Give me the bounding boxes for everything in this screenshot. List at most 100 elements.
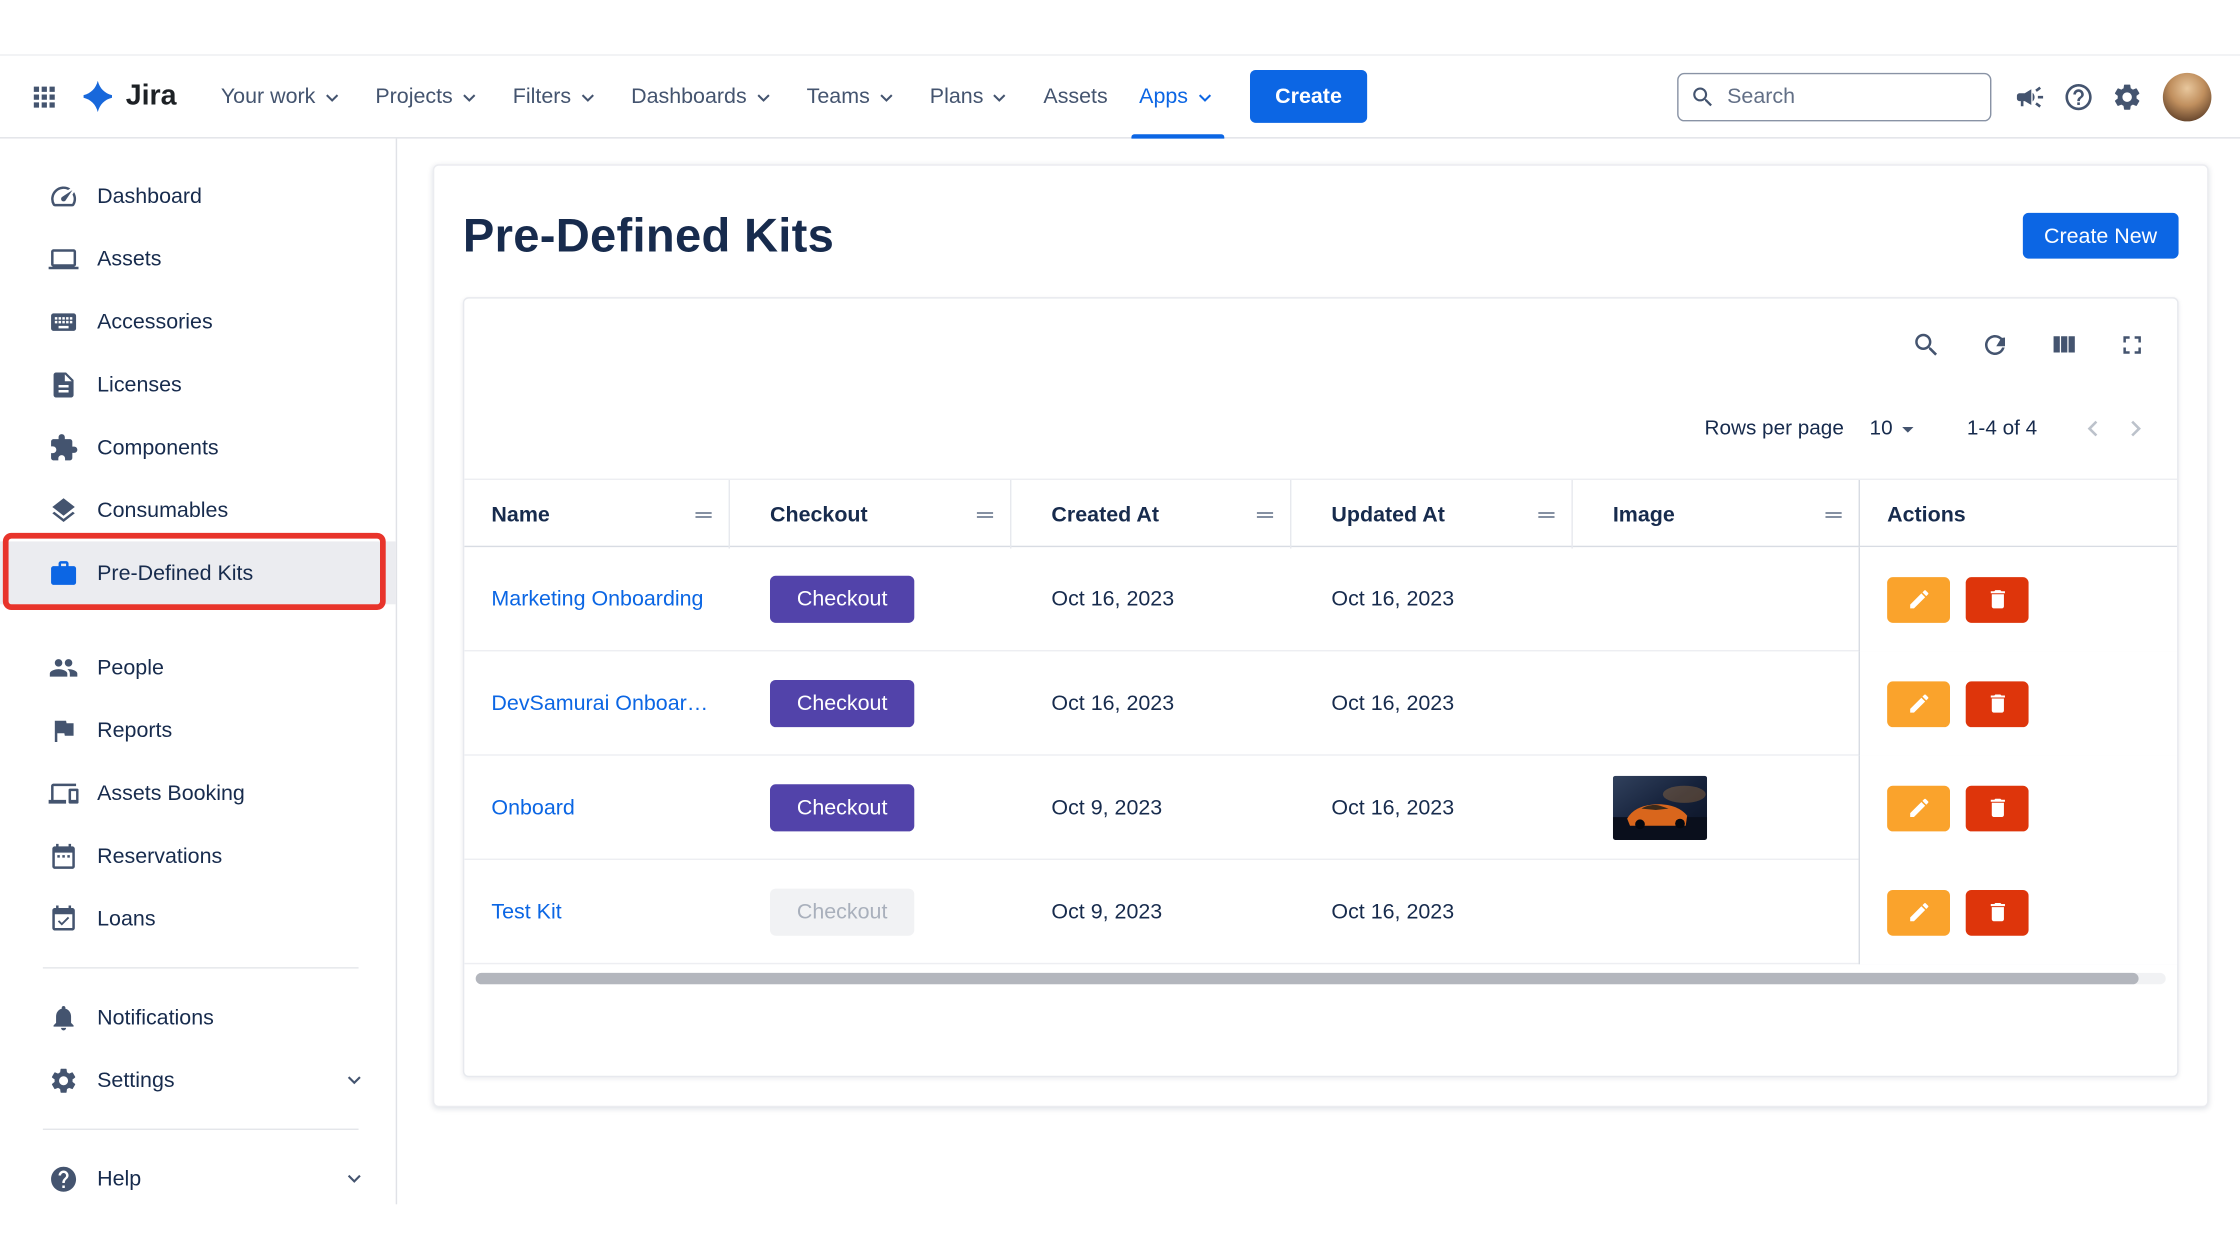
license-document-icon: [49, 369, 79, 399]
create-new-button[interactable]: Create New: [2023, 213, 2179, 259]
nav-item-dashboards[interactable]: Dashboards: [615, 69, 791, 123]
jira-logo-text: Jira: [126, 80, 177, 113]
global-search: [1677, 72, 1991, 121]
dashboard-icon: [49, 181, 79, 211]
sidebar-item-components[interactable]: Components: [0, 416, 396, 479]
sidebar-item-label: Reservations: [97, 844, 222, 868]
edit-button[interactable]: [1887, 576, 1950, 622]
sidebar-item-consumables[interactable]: Consumables: [0, 479, 396, 542]
sidebar-item-reports[interactable]: Reports: [0, 699, 396, 762]
nav-item-filters[interactable]: Filters: [497, 69, 615, 123]
settings-button[interactable]: [2103, 72, 2152, 121]
updated-at-cell: Oct 16, 2023: [1291, 547, 1572, 651]
previous-page-button[interactable]: [2071, 407, 2114, 450]
kits-table: Name Checkout Created At: [464, 479, 2177, 985]
top-navigation: Jira Your work Projects Filters Dashboar…: [0, 54, 2240, 138]
sidebar-item-assets[interactable]: Assets: [0, 227, 396, 290]
created-at-cell: Oct 16, 2023: [1011, 651, 1291, 755]
kits-table-card: Rows per page 10 1-4 of 4: [463, 297, 2179, 1077]
page-card: Pre-Defined Kits Create New: [433, 164, 2209, 1107]
nav-item-label: Apps: [1139, 84, 1188, 108]
sidebar-item-label: Settings: [97, 1068, 174, 1092]
nav-item-your-work[interactable]: Your work: [205, 69, 360, 123]
devices-icon: [49, 778, 79, 808]
help-button[interactable]: [2054, 72, 2103, 121]
drag-handle-icon[interactable]: [1821, 502, 1845, 526]
delete-button[interactable]: [1966, 681, 2029, 727]
kit-name-link[interactable]: DevSamurai Onboar…: [491, 691, 708, 715]
sidebar-item-label: Assets: [97, 246, 161, 270]
user-avatar[interactable]: [2163, 72, 2212, 121]
delete-button[interactable]: [1966, 576, 2029, 622]
drag-handle-icon[interactable]: [691, 502, 715, 526]
kit-name-link[interactable]: Onboard: [491, 796, 574, 820]
sidebar-item-assets-booking[interactable]: Assets Booking: [0, 761, 396, 824]
checkout-button[interactable]: Checkout: [770, 680, 914, 727]
edit-button[interactable]: [1887, 889, 1950, 935]
layers-icon: [49, 495, 79, 525]
chevron-down-icon: [874, 85, 898, 109]
create-button[interactable]: Create: [1249, 70, 1367, 123]
sidebar-item-people[interactable]: People: [0, 636, 396, 699]
sidebar-item-reservations[interactable]: Reservations: [0, 824, 396, 887]
sidebar-item-accessories[interactable]: Accessories: [0, 290, 396, 353]
sidebar-item-notifications[interactable]: Notifications: [0, 986, 396, 1049]
sidebar-item-settings[interactable]: Settings: [0, 1049, 396, 1112]
sidebar-item-label: People: [97, 655, 164, 679]
kit-name-link[interactable]: Marketing Onboarding: [491, 587, 703, 611]
kit-image-thumbnail[interactable]: [1613, 776, 1707, 840]
app-switcher-button[interactable]: [20, 72, 69, 121]
chevron-down-icon: [1192, 85, 1216, 109]
sidebar-item-licenses[interactable]: Licenses: [0, 353, 396, 416]
checkout-button[interactable]: Checkout: [770, 576, 914, 623]
pencil-icon: [1906, 587, 1930, 611]
kit-name-link[interactable]: Test Kit: [491, 900, 561, 924]
chevron-down-icon: [341, 1067, 367, 1093]
chevron-down-icon: [751, 85, 775, 109]
sidebar-item-help[interactable]: Help: [0, 1147, 396, 1210]
pagination-range-label: 1-4 of 4: [1967, 417, 2037, 440]
laptop-icon: [49, 244, 79, 274]
nav-item-teams[interactable]: Teams: [791, 69, 914, 123]
sidebar-item-loans[interactable]: Loans: [0, 887, 396, 950]
jira-logo[interactable]: Jira: [80, 79, 177, 115]
table-columns-button[interactable]: [2043, 324, 2083, 364]
table-refresh-button[interactable]: [1974, 324, 2014, 364]
delete-button[interactable]: [1966, 785, 2029, 831]
announcements-button[interactable]: [2006, 72, 2055, 121]
drag-handle-icon[interactable]: [1253, 502, 1277, 526]
image-cell: [1573, 547, 1859, 651]
nav-item-apps[interactable]: Apps: [1123, 69, 1232, 123]
sidebar-item-pre-defined-kits[interactable]: Pre-Defined Kits: [0, 541, 396, 604]
edit-button[interactable]: [1887, 785, 1950, 831]
sidebar-item-label: Dashboard: [97, 184, 202, 208]
table-fullscreen-button[interactable]: [2111, 324, 2151, 364]
table-search-button[interactable]: [1906, 324, 1946, 364]
fullscreen-icon: [2116, 329, 2146, 359]
rows-per-page-select[interactable]: 10: [1870, 415, 1922, 442]
nav-item-label: Filters: [513, 84, 571, 108]
scrollbar-thumb[interactable]: [476, 973, 2139, 984]
created-at-cell: Oct 16, 2023: [1011, 547, 1291, 651]
nav-item-label: Teams: [807, 84, 870, 108]
edit-button[interactable]: [1887, 681, 1950, 727]
columns-icon: [2048, 329, 2078, 359]
checkout-button[interactable]: Checkout: [770, 784, 914, 831]
drag-handle-icon[interactable]: [973, 502, 997, 526]
next-page-button[interactable]: [2114, 407, 2157, 450]
nav-item-projects[interactable]: Projects: [360, 69, 497, 123]
sidebar-divider: [43, 1129, 359, 1130]
table-row: Test Kit Checkout Oct 9, 2023 Oct 16, 20…: [464, 860, 2177, 964]
search-input[interactable]: [1677, 72, 1991, 121]
sidebar-item-dashboard[interactable]: Dashboard: [0, 164, 396, 227]
nav-item-plans[interactable]: Plans: [914, 69, 1028, 123]
calendar-icon: [49, 841, 79, 871]
horizontal-scrollbar[interactable]: [476, 973, 2166, 984]
updated-at-cell: Oct 16, 2023: [1291, 756, 1572, 860]
caret-down-icon: [1894, 415, 1921, 442]
trash-icon: [1985, 691, 2009, 715]
nav-item-assets[interactable]: Assets: [1028, 69, 1124, 123]
column-header-updated-at: Updated At: [1291, 480, 1572, 549]
delete-button[interactable]: [1966, 889, 2029, 935]
drag-handle-icon[interactable]: [1534, 502, 1558, 526]
